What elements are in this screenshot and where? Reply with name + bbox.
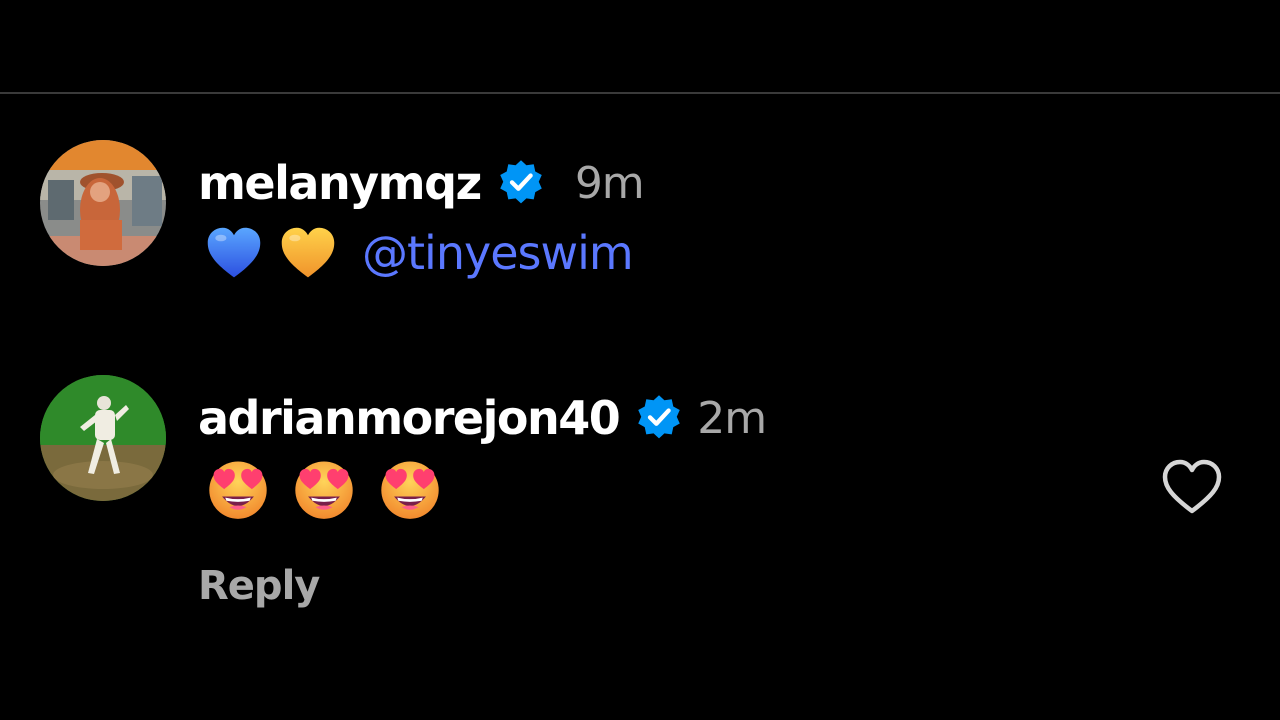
verified-badge-icon: [500, 160, 542, 204]
avatar[interactable]: [40, 375, 166, 501]
divider: [0, 92, 1280, 94]
avatar-image: [40, 375, 166, 501]
timestamp: 9m: [574, 157, 645, 209]
username[interactable]: adrianmorejon40: [198, 391, 621, 445]
verified-badge-icon: [638, 395, 681, 439]
comment-text: @tinyeswim: [204, 220, 634, 286]
heart-eyes-emoji-icon: [209, 461, 267, 519]
heart-eyes-emoji-icon: [295, 461, 353, 519]
heart-eyes-emoji-icon: [381, 461, 439, 519]
mention-link[interactable]: @tinyeswim: [362, 226, 634, 280]
comment-header: melanymqz 9m: [198, 148, 645, 218]
timestamp: 2m: [697, 392, 767, 444]
yellow-heart-icon: [281, 227, 335, 278]
avatar-image: [40, 140, 166, 266]
heart-like-icon[interactable]: [1160, 457, 1224, 517]
blue-heart-icon: [207, 227, 261, 278]
reply-button[interactable]: Reply: [198, 563, 320, 609]
comment-header: adrianmorejon40 2m: [198, 383, 767, 453]
comments-panel: melanymqz 9m @tinyeswim adrianmorejon40 …: [0, 0, 1280, 720]
avatar[interactable]: [40, 140, 166, 266]
comment-text: [204, 455, 444, 521]
username[interactable]: melanymqz: [198, 156, 482, 210]
